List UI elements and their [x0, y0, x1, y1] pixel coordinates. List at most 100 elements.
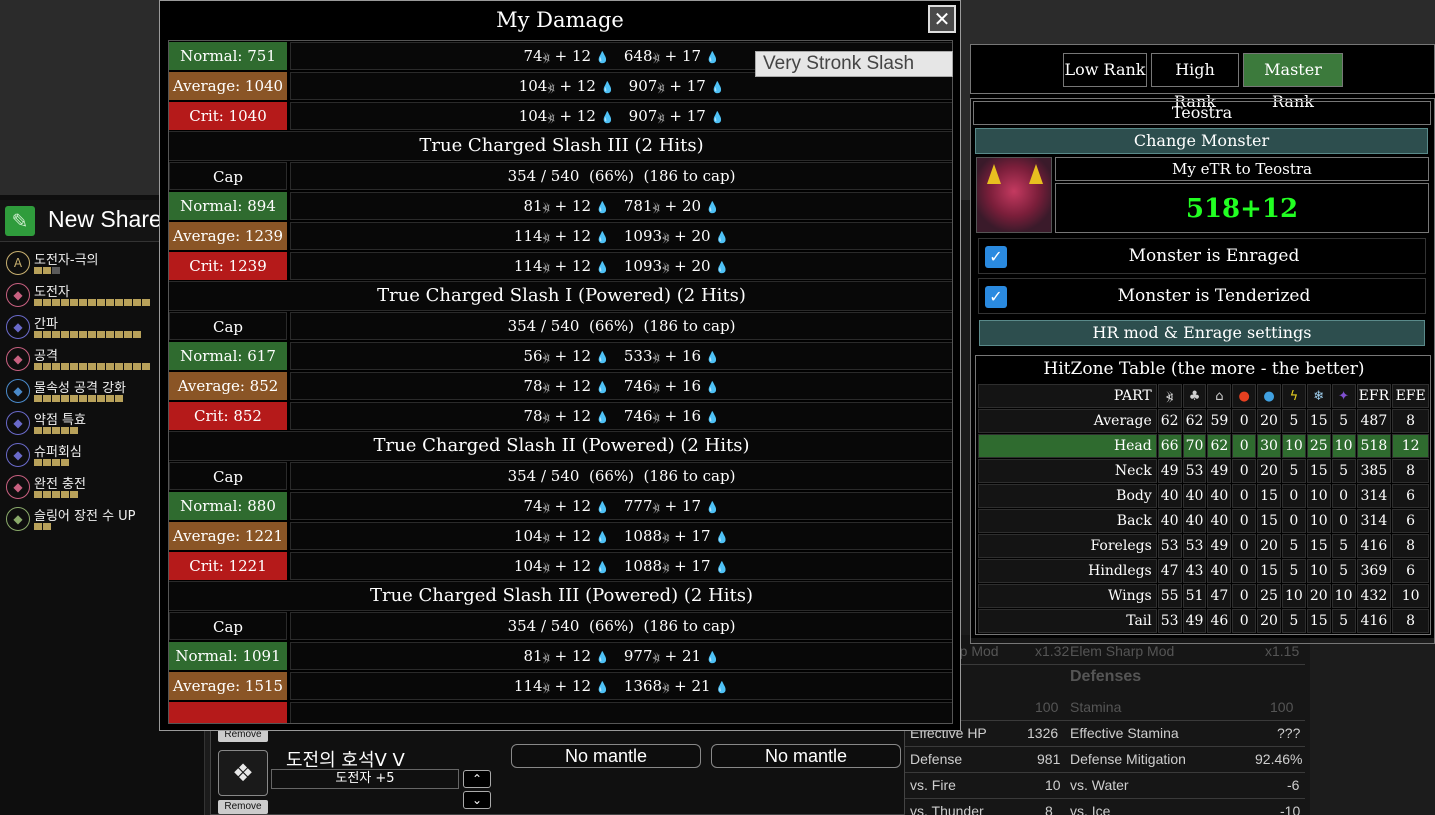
sever-icon: ⦖: [542, 560, 550, 575]
hitzone-value: 5: [1331, 609, 1356, 633]
hitzone-value: 15: [1306, 409, 1331, 433]
hitzone-value: 0: [1281, 509, 1306, 533]
hitzone-title: HitZone Table (the more - the better): [1043, 359, 1365, 379]
elem-damage-total: + 17: [659, 47, 706, 65]
enraged-toggle[interactable]: ✓ Monster is Enraged: [978, 238, 1426, 274]
water-icon: 💧: [710, 81, 725, 94]
phys-damage-total: 648: [623, 47, 653, 65]
chevron-up-icon[interactable]: ⌃: [463, 770, 491, 788]
skill-list: A 도전자-극의 ◆ 도전자 ◆ 간파 ◆ 공격 ◆ 물속성 공격 강화 ◆ 약점 특효 ◆ 슈퍼회심 ◆ 완…: [3, 248, 163, 536]
skill-icon: ◆: [6, 283, 30, 307]
elem-damage-total: + 20: [669, 227, 716, 245]
hitzone-value: 15: [1257, 509, 1281, 533]
hitzone-value: 15: [1306, 534, 1331, 558]
phys-damage: 104: [518, 77, 548, 95]
water-icon: 💧: [595, 381, 610, 394]
cap-value: 354 / 540 (66%) (186 to cap): [290, 312, 952, 340]
hitzone-value: 8: [1392, 459, 1430, 483]
defense-row: Defense 981 Defense Mitigation 92.46%: [905, 747, 1305, 773]
edit-icon[interactable]: ✎: [5, 206, 35, 236]
water-icon: 💧: [600, 111, 615, 124]
hitzone-value: 0: [1232, 484, 1257, 508]
section-title: True Charged Slash II (Powered) (2 Hits): [169, 431, 952, 461]
elem-damage: + 12: [549, 347, 596, 365]
change-monster-button[interactable]: Change Monster: [975, 128, 1428, 154]
phys-damage-total: 907: [628, 107, 658, 125]
hitzone-value: 40: [1157, 484, 1182, 508]
damage-label-normal: Normal: 617: [169, 342, 287, 370]
enraged-label: Monster is Enraged: [1128, 246, 1300, 266]
hitzone-value: 49: [1157, 459, 1182, 483]
attack-name-input[interactable]: Very Stronk Slash: [755, 51, 953, 77]
hitzone-value: 62: [1207, 434, 1232, 458]
hitzone-header-part: PART: [978, 384, 1157, 408]
elem-damage-total: + 17: [669, 557, 716, 575]
hitzone-header-efe: EFE: [1392, 384, 1430, 408]
hitzone-value: 432: [1356, 584, 1392, 608]
hitzone-value: 62: [1182, 409, 1207, 433]
damage-values: 104⦖ + 12 💧 1088⦖ + 17 💧: [290, 522, 952, 550]
hitzone-value: 53: [1157, 609, 1182, 633]
damage-label-normal: Normal: 880: [169, 492, 287, 520]
master-rank-button[interactable]: Master Rank: [1243, 53, 1343, 111]
hr-mod-button[interactable]: HR mod & Enrage settings: [979, 320, 1425, 346]
hitzone-row: Average 62 62 59 0 20 5 15 5 487 8: [978, 409, 1430, 434]
damage-label-normal: Normal: 1091: [169, 642, 287, 670]
hitzone-part: Wings: [978, 584, 1157, 608]
skill-row: ◆ 간파: [3, 312, 163, 344]
remove-button[interactable]: Remove: [218, 800, 268, 814]
hitzone-value: 416: [1356, 534, 1392, 558]
tenderized-toggle[interactable]: ✓ Monster is Tenderized: [978, 278, 1426, 314]
hitzone-value: 5: [1331, 409, 1356, 433]
elem-damage-total: + 20: [659, 197, 706, 215]
elem-damage-total: + 17: [659, 497, 706, 515]
low-rank-button[interactable]: Low Rank: [1063, 53, 1147, 87]
sever-icon: ⦖: [542, 380, 550, 395]
chevron-down-icon[interactable]: ⌄: [463, 791, 491, 809]
skill-level-pips: [34, 459, 69, 466]
sever-icon: ⦖: [657, 80, 665, 95]
hitzone-value: 53: [1182, 534, 1207, 558]
hitzone-value: 10: [1281, 584, 1306, 608]
shot-icon: ⌂: [1207, 384, 1232, 408]
elem-damage-total: + 20: [669, 257, 716, 275]
mantle-slot-1[interactable]: No mantle: [511, 744, 701, 768]
water-icon: 💧: [715, 681, 730, 694]
skill-name: 물속성 공격 강화: [34, 381, 126, 396]
damage-row: Crit: 1239 114⦖ + 12 💧 1093⦖ + 20 💧: [169, 251, 952, 281]
monster-portrait: [976, 157, 1052, 233]
water-icon: 💧: [595, 561, 610, 574]
blunt-icon: ♣: [1182, 384, 1207, 408]
skill-icon: ◆: [6, 411, 30, 435]
mantle-slot-2[interactable]: No mantle: [711, 744, 901, 768]
hitzone-value: 5: [1281, 559, 1306, 583]
cap-label: Cap: [169, 612, 287, 640]
damage-list[interactable]: Cap354 / 540 (66%) (186 to cap)Normal: 7…: [168, 40, 953, 724]
close-icon[interactable]: ✕: [928, 5, 956, 33]
window-titlebar[interactable]: My Damage ✕: [160, 1, 960, 39]
defenses-header: Defenses: [1070, 668, 1142, 685]
fire-row: vs. Fire 10 vs. Water -6: [905, 773, 1305, 799]
sever-icon: ⦖: [1157, 384, 1182, 408]
phys-damage-total: 746: [623, 377, 653, 395]
high-rank-button[interactable]: High Rank: [1151, 53, 1239, 111]
damage-row: Normal: 880 74⦖ + 12 💧 777⦖ + 17 💧: [169, 491, 952, 521]
etr-label: My eTR to Teostra: [1055, 157, 1429, 181]
hitzone-value: 5: [1331, 534, 1356, 558]
sever-icon: ⦖: [652, 500, 660, 515]
hitzone-value: 0: [1232, 584, 1257, 608]
hitzone-value: 43: [1182, 559, 1207, 583]
water-icon: 💧: [595, 261, 610, 274]
phys-damage: 104: [518, 107, 548, 125]
phys-damage-total: 1093: [623, 257, 663, 275]
skill-level-pips: [34, 267, 60, 274]
damage-label-crit: Crit: 1040: [169, 102, 287, 130]
damage-values: 74⦖ + 12 💧 777⦖ + 17 💧: [290, 492, 952, 520]
hitzone-value: 15: [1306, 609, 1331, 633]
hitzone-value: 15: [1257, 484, 1281, 508]
hitzone-value: 40: [1207, 509, 1232, 533]
